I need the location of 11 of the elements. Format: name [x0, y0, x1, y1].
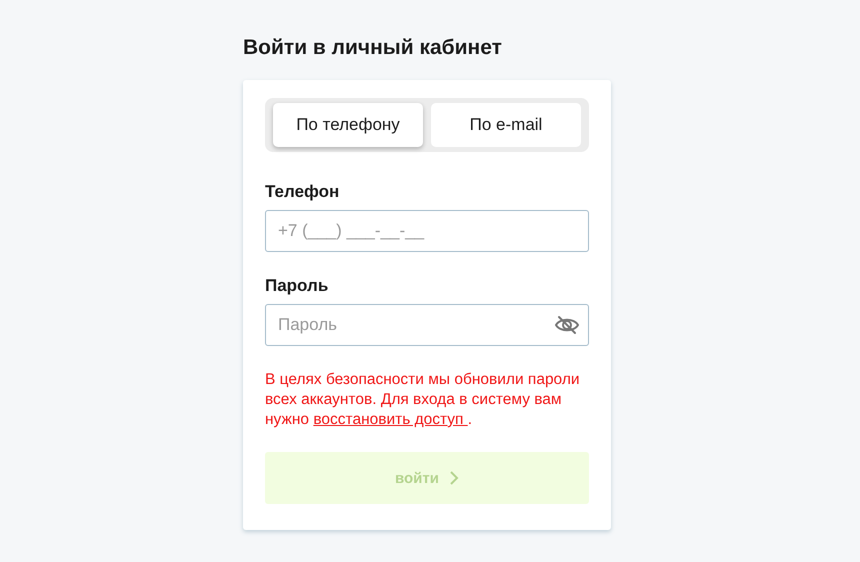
chevron-right-icon — [448, 470, 459, 486]
tab[interactable]: По e-mail — [431, 103, 581, 147]
field-label: Телефон — [265, 182, 340, 202]
security-notice: В целях безопасности мы обновили пароли всех аккаунтов. Для входа в систему вам нужно восстановить доступ . — [265, 370, 581, 430]
password-field[interactable]: Пароль — [265, 304, 589, 346]
restore-access-link[interactable]: восстановить доступ — [313, 411, 468, 428]
field-label: Пароль — [265, 276, 330, 296]
eye-off-icon[interactable] — [555, 315, 579, 335]
tab[interactable]: По телефону — [273, 103, 423, 147]
page-title: Войти в личный кабинет — [243, 35, 503, 61]
phone-field[interactable]: +7 (___) ___-__-__ — [265, 210, 589, 252]
